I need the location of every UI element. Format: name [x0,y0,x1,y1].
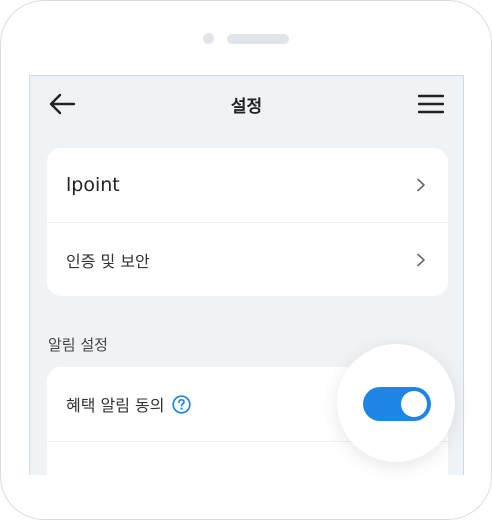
account-card: lpoint 인증 및 보안 [47,148,448,296]
front-camera [203,33,214,44]
page-title: 설정 [230,97,263,117]
settings-item-label: lpoint [66,174,120,196]
benefit-notification-label: 혜택 알림 동의 [66,396,165,415]
chevron-right-icon [416,178,428,192]
settings-item-label: 인증 및 보안 [66,251,150,271]
speaker-grille [227,34,289,44]
chevron-right-icon [416,253,428,267]
settings-item-lpoint[interactable]: lpoint [47,148,448,222]
section-title-notifications: 알림 설정 [48,336,108,354]
menu-button[interactable] [415,90,447,118]
hamburger-menu-icon [418,94,444,114]
toggle-knob [401,391,427,417]
benefit-notification-toggle[interactable] [363,387,431,421]
app-header: 설정 [30,76,463,132]
settings-item-auth-security[interactable]: 인증 및 보안 [47,222,448,296]
question-circle-icon[interactable] [171,394,191,414]
